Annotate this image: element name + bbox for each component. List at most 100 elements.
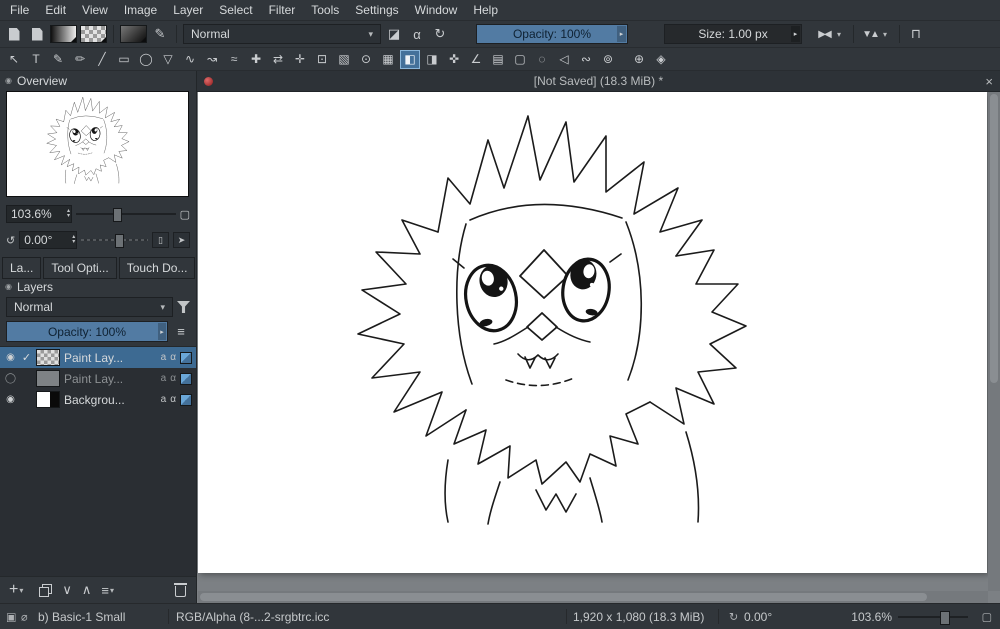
vertical-scrollbar[interactable]	[988, 92, 1000, 591]
tool-zoom[interactable]: ⊕	[629, 50, 649, 69]
menu-item[interactable]: Image	[116, 0, 165, 20]
tool-ellipse[interactable]: ◯	[136, 50, 156, 69]
tool-select-shapes[interactable]: ↖	[4, 50, 24, 69]
spin-arrows-icon[interactable]: ▴ ▾	[67, 206, 70, 222]
docker-menu-icon[interactable]: ≡	[172, 323, 190, 341]
docker-handle-icon[interactable]: ◉	[5, 76, 12, 85]
layer-opacity-slider[interactable]: Opacity: 100% ▸	[6, 321, 168, 342]
tool-rectangle[interactable]: ▭	[114, 50, 134, 69]
canvas[interactable]	[198, 92, 987, 573]
tool-fill[interactable]: ◧	[400, 49, 420, 69]
docker-handle-icon[interactable]: ◉	[5, 282, 12, 291]
spin-arrows-icon[interactable]: ▴ ▾	[72, 232, 75, 248]
tool-crop[interactable]: ⊡	[312, 50, 332, 69]
mirror-vertical-icon[interactable]: ▼▲	[860, 24, 880, 44]
inherit-alpha-icon[interactable]: α	[170, 352, 176, 363]
gradient-editor[interactable]	[120, 25, 147, 43]
reload-preset-icon[interactable]: ↻	[430, 24, 450, 44]
tool-select-polygonal[interactable]: ◁	[554, 50, 574, 69]
tool-multibrush[interactable]: ✚	[246, 50, 266, 69]
inherit-alpha-icon[interactable]: α	[170, 394, 176, 405]
layer-color-label-icon[interactable]	[180, 393, 192, 406]
chevron-down-icon[interactable]: ▾	[837, 30, 847, 39]
slider-handle[interactable]	[112, 208, 122, 222]
tool-reference-images[interactable]: ▤	[488, 50, 508, 69]
tool-select-elliptical[interactable]: ◌	[532, 50, 552, 69]
layer-row[interactable]: ◉ ✓ Paint Lay... a α	[0, 347, 196, 368]
mirror-horizontal-icon[interactable]: ▶◀	[814, 24, 834, 44]
add-layer-button[interactable]: + ▾	[9, 582, 29, 598]
menu-item[interactable]: Help	[465, 0, 506, 20]
horizontal-scrollbar[interactable]	[198, 591, 988, 603]
tool-move[interactable]: ✛	[290, 50, 310, 69]
canvas-angle-icon[interactable]: ↻	[729, 610, 738, 623]
menu-item[interactable]: Settings	[347, 0, 406, 20]
new-document-icon[interactable]	[4, 24, 24, 44]
duplicate-layer-button[interactable]	[39, 583, 53, 597]
inherit-alpha-icon[interactable]: α	[170, 373, 176, 384]
menu-item[interactable]: Filter	[261, 0, 304, 20]
rotation-spinbox[interactable]: 0.00° ▴ ▾	[19, 231, 78, 249]
tool-line[interactable]: ╱	[92, 50, 112, 69]
layer-visibility-icon[interactable]: ◉	[4, 394, 17, 405]
brush-editor-icon[interactable]: ✎	[150, 24, 170, 44]
preserve-alpha-icon[interactable]: α	[407, 24, 427, 44]
layer-properties-button[interactable]: ≡ ▾	[101, 583, 120, 598]
menu-item[interactable]: Window	[407, 0, 466, 20]
tool-enclose-fill[interactable]: ◨	[422, 50, 442, 69]
tool-polygon[interactable]: ▽	[158, 50, 178, 69]
tool-transform[interactable]: ⇄	[268, 50, 288, 69]
tool-freehand-path[interactable]: ≈	[224, 50, 244, 69]
menu-item[interactable]: File	[2, 0, 37, 20]
menu-item[interactable]: Select	[211, 0, 260, 20]
slider-handle[interactable]	[114, 234, 124, 248]
menu-item[interactable]: Tools	[303, 0, 347, 20]
tool-gradient[interactable]: ▧	[334, 50, 354, 69]
slider-arrow-icon[interactable]: ▸	[791, 26, 800, 42]
tool-text[interactable]: T	[26, 50, 46, 69]
alpha-lock-icon[interactable]: a	[161, 352, 167, 363]
brush-size-slider[interactable]: Size: 1.00 px ▸	[664, 24, 802, 44]
zoom-level-value[interactable]: 103.6%	[851, 610, 892, 624]
tool-edit-shapes[interactable]: ✎	[48, 50, 68, 69]
close-document-icon[interactable]: ×	[985, 74, 993, 89]
slider-arrow-icon[interactable]: ▸	[158, 323, 166, 340]
blending-mode-select[interactable]: Normal ▾	[183, 24, 381, 44]
tool-select-rectangular[interactable]: ▢	[510, 50, 530, 69]
tool-measure[interactable]: ∠	[466, 50, 486, 69]
tool-bezier[interactable]: ↝	[202, 50, 222, 69]
eraser-mode-icon[interactable]: ◪	[384, 24, 404, 44]
delete-layer-button[interactable]	[174, 583, 187, 597]
brush-preset-name[interactable]: b) Basic-1 Small	[38, 610, 125, 624]
fit-to-screen-icon[interactable]: ▢	[180, 208, 190, 221]
slider-handle[interactable]	[940, 610, 950, 625]
menu-item[interactable]: Edit	[37, 0, 74, 20]
opacity-slider[interactable]: Opacity: 100% ▸	[476, 24, 628, 44]
docker-tab[interactable]: La...	[2, 257, 42, 279]
tool-select-freehand[interactable]: ∾	[576, 50, 596, 69]
gradient-chooser[interactable]	[50, 25, 77, 43]
tool-pan[interactable]: ◈	[651, 50, 671, 69]
scrollbar-handle[interactable]	[990, 94, 998, 384]
layer-row[interactable]: ◯ Paint Lay... a α	[0, 368, 196, 389]
tool-assistants[interactable]: ✜	[444, 50, 464, 69]
menu-item[interactable]: View	[74, 0, 116, 20]
zoom-select[interactable]: 103.6% ▴ ▾	[6, 205, 72, 223]
layer-active-check-icon[interactable]: ✓	[21, 351, 32, 364]
menu-item[interactable]: Layer	[165, 0, 211, 20]
layer-blending-mode-select[interactable]: Normal ▾	[6, 297, 173, 317]
wrap-around-icon[interactable]: ⊓	[906, 24, 926, 44]
tool-pattern[interactable]: ▦	[378, 50, 398, 69]
slider-arrow-icon[interactable]: ▸	[617, 26, 626, 42]
rotation-slider[interactable]	[81, 233, 148, 248]
tool-polyline[interactable]: ∿	[180, 50, 200, 69]
filter-funnel-icon[interactable]	[177, 301, 190, 313]
move-layer-up-button[interactable]: ∧	[82, 582, 92, 598]
canvas-viewport[interactable]	[197, 92, 1000, 603]
document-titlebar[interactable]: [Not Saved] (18.3 MiB) * ×	[197, 71, 1000, 92]
scrollbar-handle[interactable]	[200, 593, 927, 601]
pattern-chooser[interactable]	[80, 25, 107, 43]
layer-color-label-icon[interactable]	[180, 351, 192, 364]
tool-color-sampler[interactable]: ⊙	[356, 50, 376, 69]
layer-visibility-icon[interactable]: ◯	[4, 373, 17, 384]
